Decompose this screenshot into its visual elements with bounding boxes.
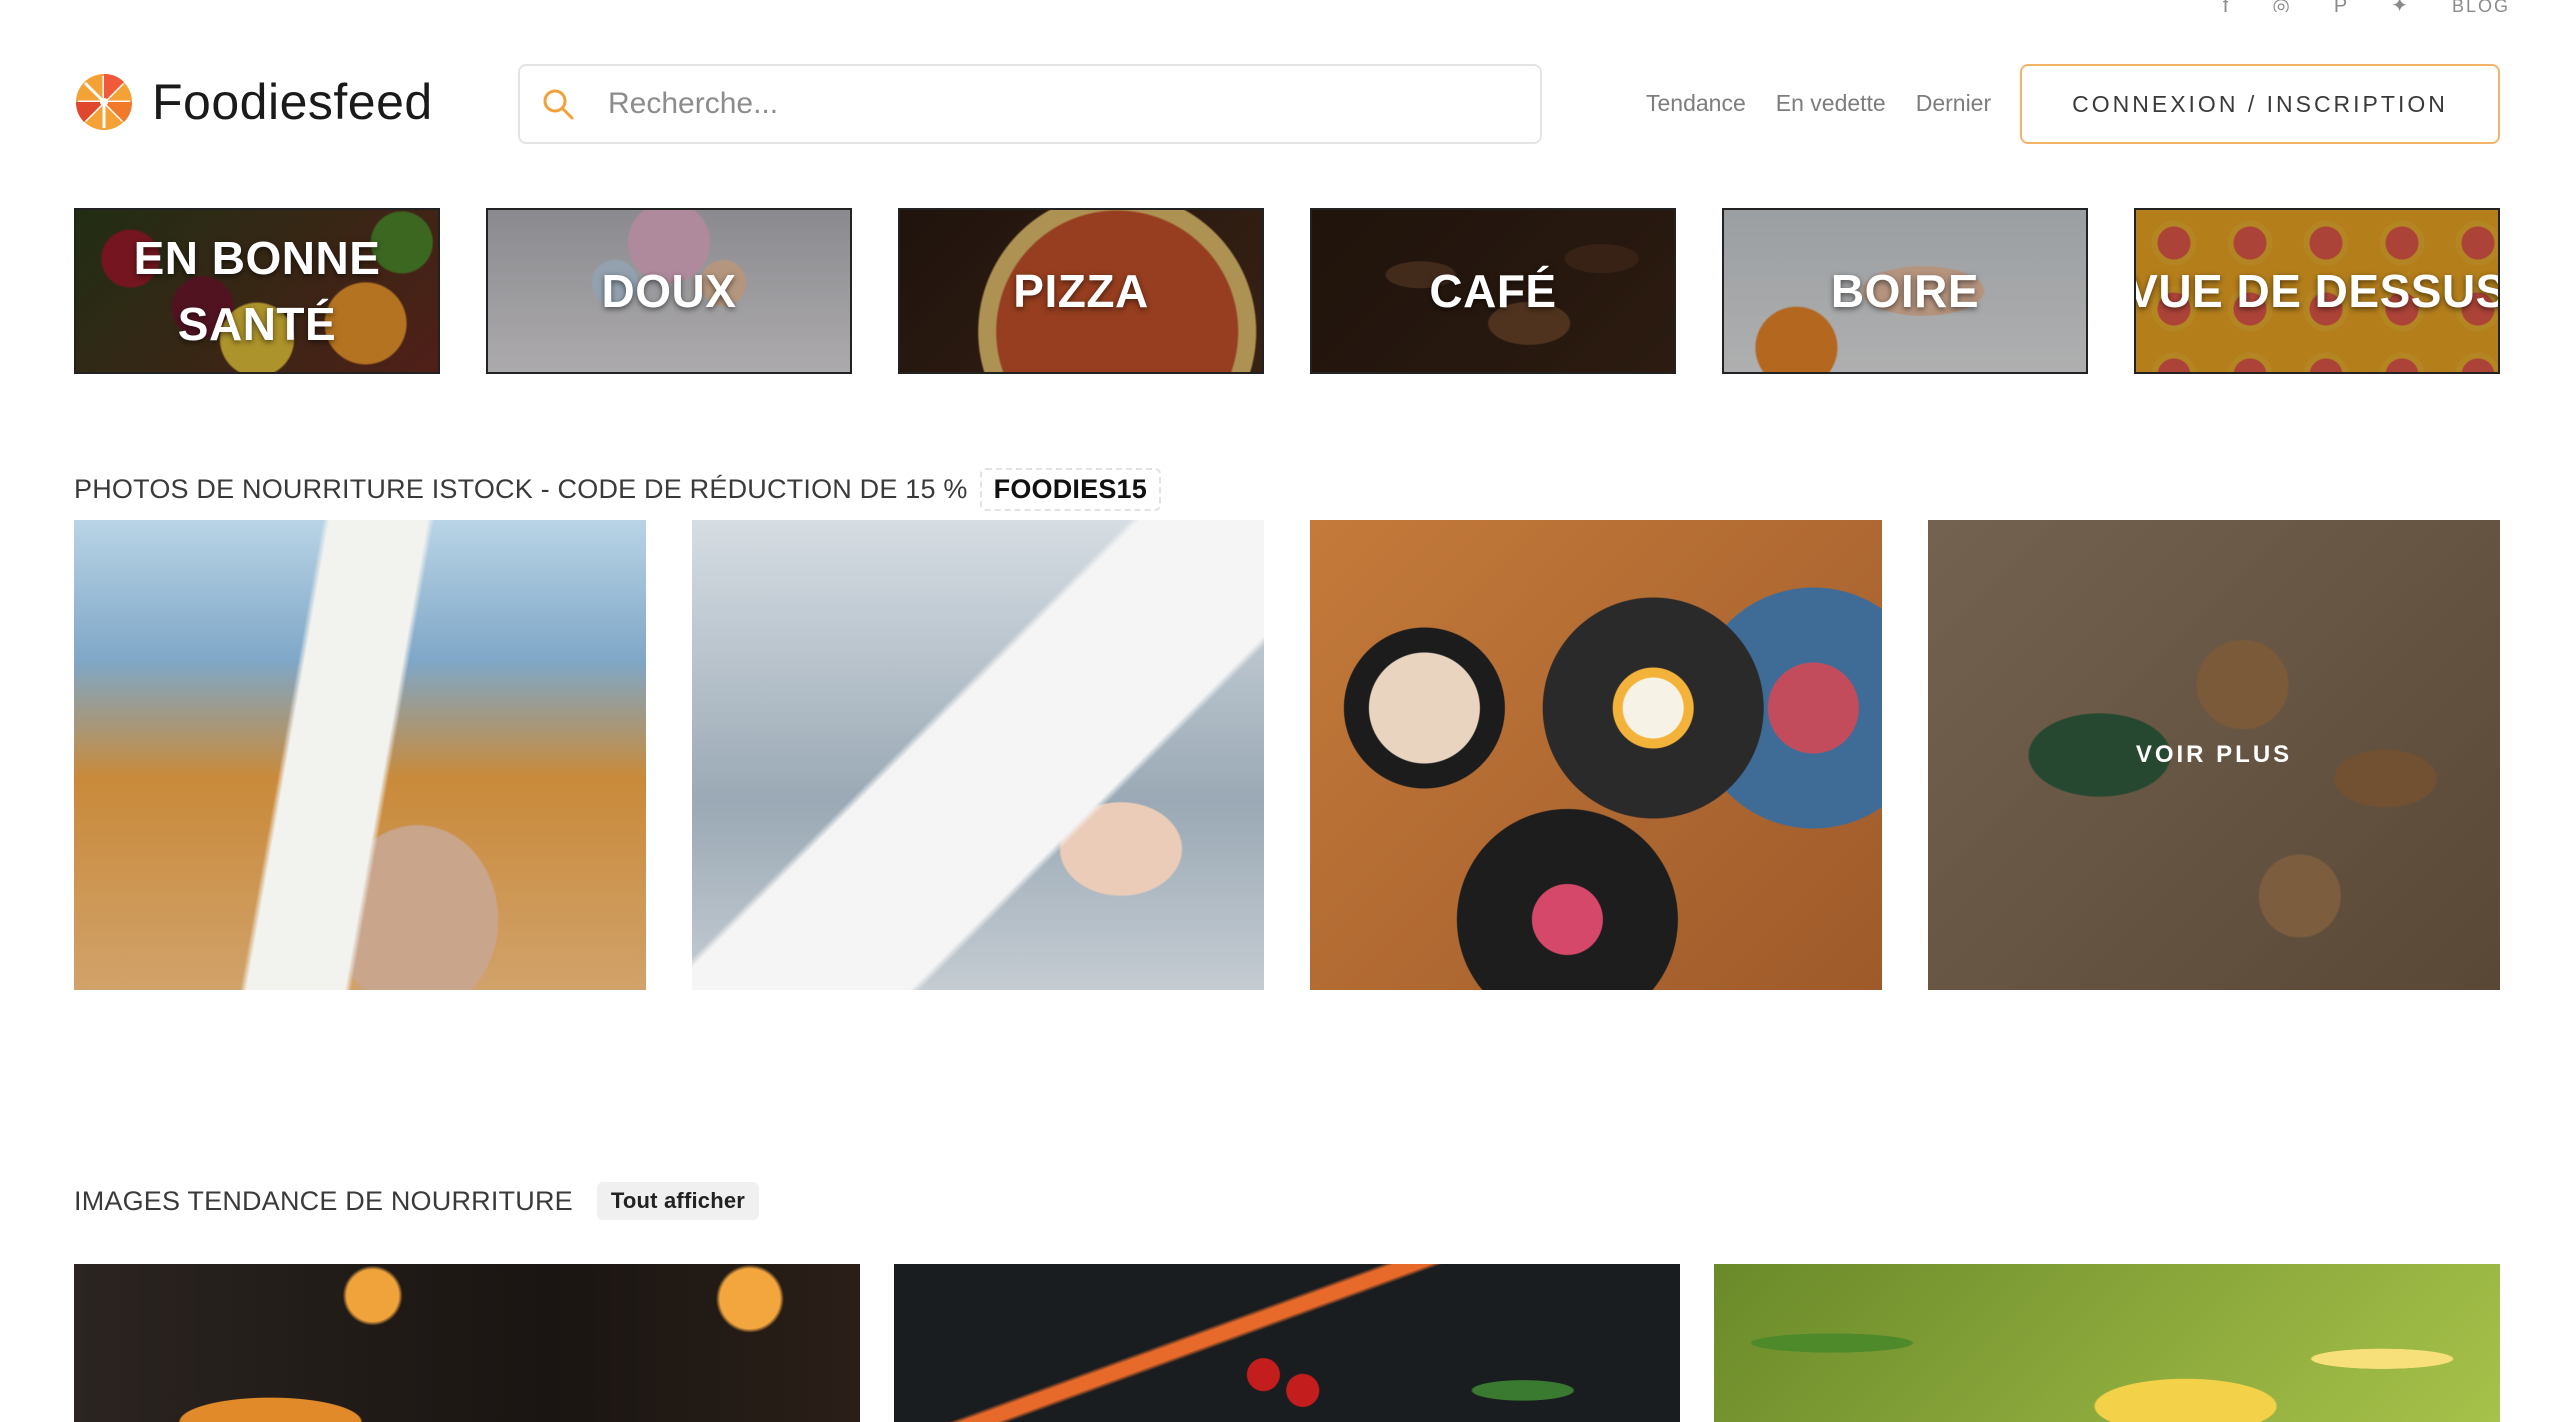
trending-photo-dessert[interactable] <box>1714 1264 2500 1422</box>
category-doux[interactable]: DOUX <box>486 208 852 374</box>
facebook-icon[interactable]: f <box>2223 0 2229 12</box>
trending-photo-grid <box>74 1264 2500 1422</box>
istock-section-header: PHOTOS DE NOURRITURE ISTOCK - CODE DE RÉ… <box>74 468 1161 511</box>
pinterest-icon[interactable]: P <box>2334 0 2347 12</box>
top-nav: Tendance En vedette Dernier <box>1646 90 1991 117</box>
category-boire[interactable]: BOIRE <box>1722 208 2088 374</box>
istock-photo-clipboard[interactable] <box>692 520 1264 990</box>
trending-section-header: IMAGES TENDANCE DE NOURRITURE Tout affic… <box>74 1182 760 1220</box>
istock-photo-cookies[interactable]: VOIR PLUS <box>1928 520 2500 990</box>
search-icon[interactable] <box>542 88 574 120</box>
istock-photo-breakfast[interactable] <box>1310 520 1882 990</box>
blog-link[interactable]: BLOG <box>2452 0 2510 12</box>
nav-dernier[interactable]: Dernier <box>1916 90 1991 117</box>
category-label: CAFÉ <box>1429 265 1557 317</box>
see-more-label: VOIR PLUS <box>2135 741 2293 768</box>
category-label: VUE DE DESSUS <box>2134 265 2500 317</box>
category-row: EN BONNE SANTÉ DOUX PIZZA CAFÉ BOIRE VUE… <box>74 208 2500 374</box>
category-vue-de-dessus[interactable]: VUE DE DESSUS <box>2134 208 2500 374</box>
twitter-icon[interactable]: ✦ <box>2391 0 2408 12</box>
login-signup-button[interactable]: CONNEXION / INSCRIPTION <box>2020 64 2500 144</box>
category-label: DOUX <box>601 265 737 317</box>
category-cafe[interactable]: CAFÉ <box>1310 208 1676 374</box>
nav-tendance[interactable]: Tendance <box>1646 90 1746 117</box>
nav-en-vedette[interactable]: En vedette <box>1776 90 1886 117</box>
logo-icon <box>75 73 133 130</box>
category-en-bonne-sante[interactable]: EN BONNE SANTÉ <box>74 208 440 374</box>
view-all-button[interactable]: Tout afficher <box>596 1182 760 1220</box>
see-more-overlay[interactable]: VOIR PLUS <box>1928 520 2500 990</box>
search-input[interactable] <box>608 87 1508 121</box>
instagram-icon[interactable]: ◎ <box>2272 0 2289 12</box>
category-label: EN BONNE SANTÉ <box>133 232 381 350</box>
category-label: BOIRE <box>1830 265 1980 317</box>
istock-title: PHOTOS DE NOURRITURE ISTOCK - CODE DE RÉ… <box>74 474 968 504</box>
istock-photo-receipt[interactable] <box>74 520 646 990</box>
istock-photo-grid: VOIR PLUS <box>74 520 2500 990</box>
brand-name: Foodiesfeed <box>152 74 433 130</box>
social-bar: f ◎ P ✦ BLOG <box>2223 0 2510 14</box>
search-bar[interactable] <box>518 64 1542 144</box>
trending-photo-vegetables[interactable] <box>894 1264 1680 1422</box>
category-pizza[interactable]: PIZZA <box>898 208 1264 374</box>
coupon-code[interactable]: FOODIES15 <box>979 468 1161 511</box>
trending-title: IMAGES TENDANCE DE NOURRITURE <box>74 1185 573 1216</box>
trending-photo-drink[interactable] <box>74 1264 860 1422</box>
category-label: PIZZA <box>1013 265 1149 317</box>
brand-logo[interactable]: Foodiesfeed <box>74 72 433 132</box>
